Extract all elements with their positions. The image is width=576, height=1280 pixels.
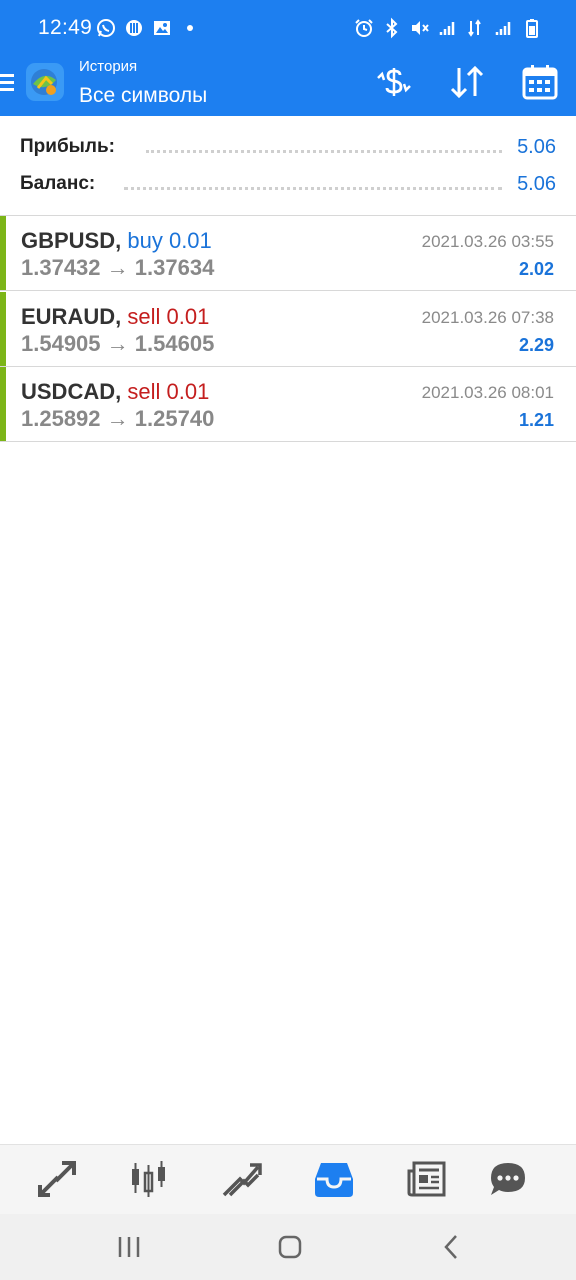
balance-label: Баланс: (20, 173, 96, 194)
bottom-navigation (0, 1144, 576, 1214)
profit-indicator-bar (0, 367, 6, 441)
trade-symbol-line: USDCAD, sell 0.01 (21, 379, 209, 405)
trade-profit: 1.21 (518, 410, 554, 430)
profit-dots (146, 150, 502, 153)
trade-side: buy 0.01 (127, 228, 212, 253)
close-price: 1.54605 (134, 331, 215, 356)
status-time: 12:49 (38, 16, 93, 39)
trade-symbol-line: EURAUD, sell 0.01 (21, 304, 209, 330)
open-price: 1.54905 (21, 331, 101, 356)
menu-icon[interactable] (0, 70, 16, 96)
close-price: 1.37634 (134, 255, 215, 280)
trade-date: 2021.03.26 07:38 (421, 308, 554, 327)
trade-prices: 1.54905 → 1.54605 (21, 331, 214, 357)
trade-symbol-line: GBPUSD, buy 0.01 (21, 228, 212, 254)
trade-date: 2021.03.26 03:55 (421, 232, 554, 251)
status-bar: 12:49 (0, 0, 576, 58)
profit-label: Прибыль: (20, 136, 115, 157)
balance-dots (124, 187, 502, 190)
trade-row[interactable]: EURAUD, sell 0.01 1.54905 → 1.54605 2021… (0, 292, 576, 367)
whatsapp-icon (97, 19, 115, 37)
arrow: → (106, 406, 129, 431)
history-icon[interactable] (313, 1159, 355, 1199)
chart-icon[interactable] (128, 1159, 170, 1199)
alarm-icon (355, 19, 373, 37)
close-price: 1.25740 (134, 406, 215, 431)
vpn-icon (126, 20, 142, 36)
quotes-icon[interactable] (36, 1159, 78, 1199)
trade-row[interactable]: GBPUSD, buy 0.01 1.37432 → 1.37634 2021.… (0, 216, 576, 291)
trade-prices: 1.37432 → 1.37634 (21, 255, 214, 281)
system-navigation-bar (0, 1214, 576, 1280)
trade-row[interactable]: USDCAD, sell 0.01 1.25892 → 1.25740 2021… (0, 367, 576, 442)
signal-icon (439, 22, 455, 35)
home-icon[interactable] (275, 1232, 305, 1262)
image-icon (154, 21, 170, 35)
app-bar: История Все символы (0, 58, 576, 116)
bluetooth-icon (386, 17, 398, 39)
trade-side: sell 0.01 (127, 379, 210, 404)
arrow: → (106, 331, 129, 356)
balance-row: Баланс: 5.06 (20, 173, 556, 203)
signal-icon (495, 22, 511, 35)
page-title[interactable]: Все символы (79, 84, 207, 108)
open-price: 1.37432 (21, 255, 101, 280)
arrow: → (106, 255, 129, 280)
trade-profit: 2.29 (518, 335, 554, 355)
data-icon (468, 19, 481, 37)
profit-indicator-bar (0, 292, 6, 366)
open-price: 1.25892 (21, 406, 101, 431)
balance-value: 5.06 (517, 173, 556, 195)
recents-icon[interactable] (114, 1232, 144, 1262)
dot-icon (187, 25, 193, 31)
mute-icon (412, 21, 429, 35)
trade-side: sell 0.01 (127, 304, 210, 329)
trade-symbol: GBPUSD, (21, 228, 122, 253)
news-icon[interactable] (406, 1159, 448, 1199)
sort-icon[interactable] (447, 64, 487, 100)
back-icon[interactable] (436, 1232, 466, 1262)
trade-symbol: USDCAD, (21, 379, 122, 404)
app-bar-subtitle: История (79, 58, 138, 75)
account-summary: Прибыль: 5.06 Баланс: 5.06 (0, 116, 576, 216)
profit-indicator-bar (0, 216, 6, 290)
battery-icon (526, 19, 538, 38)
chat-icon[interactable] (487, 1159, 529, 1199)
currency-exchange-icon[interactable] (374, 64, 414, 100)
trade-symbol: EURAUD, (21, 304, 122, 329)
trade-icon[interactable] (220, 1159, 262, 1199)
profit-value: 5.06 (517, 136, 556, 158)
trade-prices: 1.25892 → 1.25740 (21, 406, 214, 432)
profit-row: Прибыль: 5.06 (20, 136, 556, 166)
calendar-icon[interactable] (520, 64, 560, 100)
app-logo-icon[interactable] (24, 60, 66, 104)
trade-profit: 2.02 (518, 259, 554, 279)
trade-date: 2021.03.26 08:01 (421, 383, 554, 402)
